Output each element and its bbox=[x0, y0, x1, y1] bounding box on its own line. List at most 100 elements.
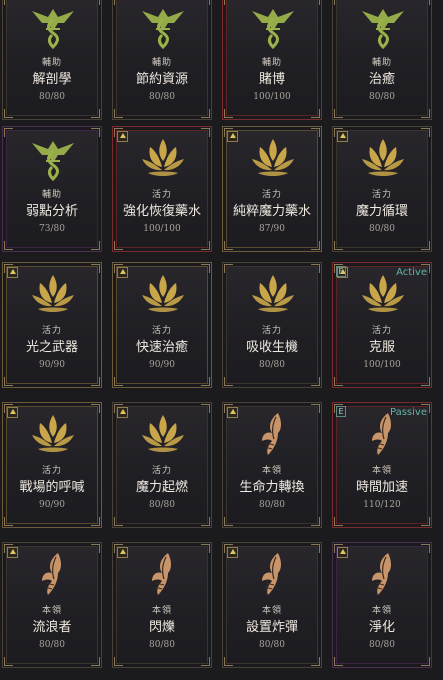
upgrade-arrow-icon[interactable] bbox=[337, 131, 348, 142]
frame-corner bbox=[91, 264, 100, 273]
frame-corner bbox=[334, 0, 343, 5]
skill-category: 輔助 bbox=[41, 190, 62, 200]
skill-category: 活力 bbox=[371, 190, 392, 200]
skill-card[interactable]: 本領 時間加速 110/120 E Passive bbox=[332, 402, 432, 528]
skill-card[interactable]: 輔助 賭博 100/100 bbox=[222, 0, 322, 120]
skill-count: 80/80 bbox=[39, 92, 65, 102]
frame-corner bbox=[91, 544, 100, 553]
skill-card[interactable]: 輔助 弱點分析 73/80 bbox=[2, 126, 102, 252]
assist-emblem-icon bbox=[248, 1, 298, 51]
skill-count: 90/90 bbox=[149, 360, 175, 370]
skill-card[interactable]: 本領 閃爍 80/80 bbox=[112, 542, 212, 668]
skill-category: 本領 bbox=[261, 466, 282, 476]
frame-corner bbox=[114, 109, 123, 118]
frame-corner bbox=[114, 377, 123, 386]
skill-name: 強化恢復藥水 bbox=[122, 204, 201, 219]
frame-corner bbox=[224, 241, 233, 250]
skill-card[interactable]: 本領 流浪者 80/80 bbox=[2, 542, 102, 668]
frame-corner bbox=[421, 0, 430, 5]
frame-corner bbox=[311, 657, 320, 666]
frame-corner bbox=[311, 377, 320, 386]
frame-corner bbox=[201, 657, 210, 666]
skill-category: 本領 bbox=[371, 466, 392, 476]
frame-corner bbox=[421, 517, 430, 526]
lotus-emblem-icon bbox=[28, 409, 78, 459]
upgrade-arrow-icon[interactable] bbox=[117, 547, 128, 558]
skill-category: 活力 bbox=[371, 326, 392, 336]
frame-corner bbox=[91, 657, 100, 666]
skill-count: 80/80 bbox=[369, 224, 395, 234]
skill-name: 設置炸彈 bbox=[245, 620, 298, 635]
skill-count: 73/80 bbox=[39, 224, 65, 234]
skill-name: 克服 bbox=[368, 340, 395, 355]
skill-card[interactable]: 活力 強化恢復藥水 100/100 bbox=[112, 126, 212, 252]
feather-emblem-icon bbox=[248, 409, 298, 459]
skill-count: 80/80 bbox=[149, 500, 175, 510]
frame-corner bbox=[201, 0, 210, 5]
skill-card[interactable]: 輔助 解剖學 80/80 bbox=[2, 0, 102, 120]
upgrade-arrow-icon[interactable] bbox=[117, 131, 128, 142]
skill-card[interactable]: 本領 設置炸彈 80/80 bbox=[222, 542, 322, 668]
skill-card[interactable]: 本領 生命力轉換 80/80 bbox=[222, 402, 322, 528]
skill-card[interactable]: 輔助 治癒 80/80 bbox=[332, 0, 432, 120]
assist-emblem-icon bbox=[358, 1, 408, 51]
upgrade-arrow-icon[interactable] bbox=[227, 407, 238, 418]
frame-corner bbox=[334, 377, 343, 386]
skill-category: 輔助 bbox=[41, 58, 62, 68]
skill-card[interactable]: 活力 魔力起燃 80/80 bbox=[112, 402, 212, 528]
upgrade-arrow-icon[interactable] bbox=[7, 547, 18, 558]
skill-name: 淨化 bbox=[368, 620, 395, 635]
upgrade-arrow-icon[interactable] bbox=[7, 267, 18, 278]
skill-card[interactable]: 活力 光之武器 90/90 bbox=[2, 262, 102, 388]
frame-corner bbox=[224, 0, 233, 5]
frame-corner bbox=[91, 109, 100, 118]
frame-corner bbox=[224, 657, 233, 666]
upgrade-arrow-icon[interactable] bbox=[227, 131, 238, 142]
lotus-emblem-icon bbox=[248, 269, 298, 319]
skill-card[interactable]: 活力 快速治癒 90/90 bbox=[112, 262, 212, 388]
skill-name: 閃爍 bbox=[148, 620, 175, 635]
skill-card[interactable]: 活力 吸收生機 80/80 bbox=[222, 262, 322, 388]
skill-count: 80/80 bbox=[149, 640, 175, 650]
upgrade-arrow-icon[interactable] bbox=[337, 547, 348, 558]
upgrade-arrow-icon[interactable] bbox=[227, 547, 238, 558]
skill-name: 流浪者 bbox=[32, 620, 72, 635]
skill-category: 活力 bbox=[41, 466, 62, 476]
upgrade-arrow-icon[interactable] bbox=[7, 407, 18, 418]
frame-corner bbox=[311, 544, 320, 553]
skill-count: 90/90 bbox=[39, 360, 65, 370]
upgrade-arrow-icon[interactable] bbox=[117, 407, 128, 418]
frame-corner bbox=[4, 657, 13, 666]
skill-card[interactable]: 活力 戰場的呼喊 90/90 bbox=[2, 402, 102, 528]
skill-count: 87/90 bbox=[259, 224, 285, 234]
skill-category: 活力 bbox=[151, 466, 172, 476]
frame-corner bbox=[421, 128, 430, 137]
frame-corner bbox=[224, 264, 233, 273]
skill-card[interactable]: 活力 純粹魔力藥水 87/90 bbox=[222, 126, 322, 252]
skill-name: 純粹魔力藥水 bbox=[232, 204, 311, 219]
skill-card[interactable]: 活力 克服 100/100 E Active bbox=[332, 262, 432, 388]
skill-name: 吸收生機 bbox=[245, 340, 298, 355]
frame-corner bbox=[201, 109, 210, 118]
frame-corner bbox=[334, 109, 343, 118]
skill-category: 輔助 bbox=[261, 58, 282, 68]
skill-name: 節約資源 bbox=[135, 72, 188, 87]
frame-corner bbox=[224, 517, 233, 526]
skill-category: 活力 bbox=[261, 326, 282, 336]
skill-card[interactable]: 輔助 節約資源 80/80 bbox=[112, 0, 212, 120]
skill-category: 活力 bbox=[41, 326, 62, 336]
skill-name: 時間加速 bbox=[355, 480, 408, 495]
equip-e-icon: E bbox=[336, 406, 346, 417]
skill-state-label: Active bbox=[396, 267, 427, 278]
skill-count: 110/120 bbox=[363, 500, 401, 510]
frame-corner bbox=[201, 128, 210, 137]
skill-name: 戰場的呼喊 bbox=[19, 480, 85, 495]
frame-corner bbox=[4, 0, 13, 5]
skill-name: 生命力轉換 bbox=[239, 480, 305, 495]
skill-state-label: Passive bbox=[390, 407, 427, 418]
skill-card[interactable]: 活力 魔力循環 80/80 bbox=[332, 126, 432, 252]
upgrade-arrow-icon[interactable] bbox=[117, 267, 128, 278]
skill-name: 弱點分析 bbox=[25, 204, 78, 219]
frame-corner bbox=[4, 128, 13, 137]
skill-card[interactable]: 本領 淨化 80/80 bbox=[332, 542, 432, 668]
